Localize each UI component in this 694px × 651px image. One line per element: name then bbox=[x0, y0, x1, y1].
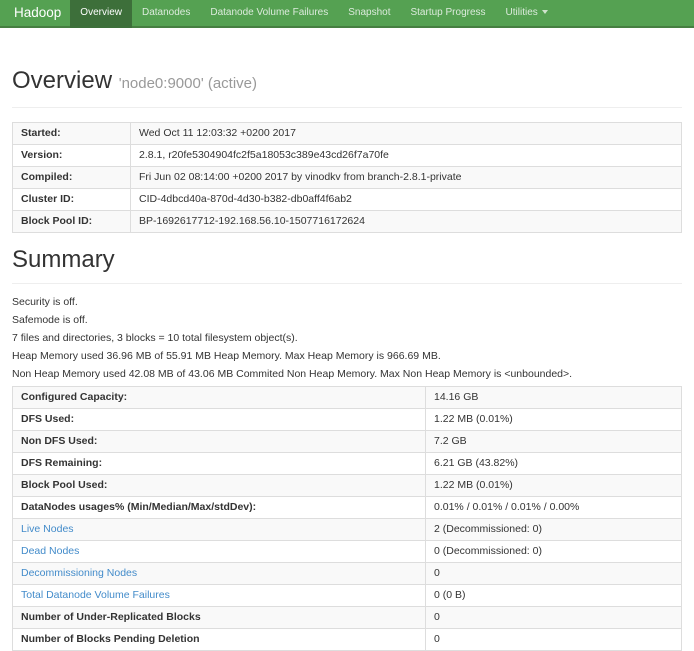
namenode-address-status: 'node0:9000' (active) bbox=[119, 75, 257, 92]
table-row: Live Nodes 2 (Decommissioned: 0) bbox=[13, 519, 682, 541]
navbar-tabs: Overview Datanodes Datanode Volume Failure… bbox=[70, 0, 557, 26]
nav-tab-datanode-volume-failures[interactable]: Datanode Volume Failures bbox=[200, 0, 338, 26]
table-row: Cluster ID:CID-4dbcd40a-870d-4d30-b382-d… bbox=[13, 189, 682, 211]
row-value: Wed Oct 11 12:03:32 +0200 2017 bbox=[131, 123, 682, 145]
row-label-started: Started: bbox=[13, 123, 131, 145]
table-row: Number of Blocks Pending Deletion0 bbox=[13, 629, 682, 651]
divider bbox=[12, 283, 682, 284]
summary-title: Summary bbox=[12, 247, 682, 273]
table-row: Non DFS Used:7.2 GB bbox=[13, 431, 682, 453]
nav-tab-utilities[interactable]: Utilities bbox=[496, 0, 558, 26]
summary-table: Configured Capacity:14.16 GBDFS Used:1.2… bbox=[12, 386, 682, 651]
row-value: 7.2 GB bbox=[426, 431, 682, 453]
row-value: Fri Jun 02 08:14:00 +0200 2017 by vinodk… bbox=[131, 167, 682, 189]
row-value: 1.22 MB (0.01%) bbox=[426, 475, 682, 497]
caret-down-icon bbox=[542, 10, 548, 14]
summary-line: Heap Memory used 36.96 MB of 55.91 MB He… bbox=[12, 350, 682, 363]
summary-line: Security is off. bbox=[12, 296, 682, 309]
row-value: 0 bbox=[426, 607, 682, 629]
table-row: DFS Remaining:6.21 GB (43.82%) bbox=[13, 453, 682, 475]
nav-tab-label: Utilities bbox=[506, 7, 538, 18]
row-label-configured-capacity: Configured Capacity: bbox=[13, 387, 426, 409]
row-value: 6.21 GB (43.82%) bbox=[426, 453, 682, 475]
row-value: 0 (Decommissioned: 0) bbox=[426, 541, 682, 563]
table-row: Block Pool Used:1.22 MB (0.01%) bbox=[13, 475, 682, 497]
nav-tab-datanodes[interactable]: Datanodes bbox=[132, 0, 200, 26]
nav-tab-label: Snapshot bbox=[348, 7, 390, 18]
row-label-version: Version: bbox=[13, 145, 131, 167]
row-label-decommissioning-nodes: Decommissioning Nodes bbox=[13, 563, 426, 585]
link-live-nodes[interactable]: Live Nodes bbox=[21, 523, 74, 535]
row-label-dead-nodes: Dead Nodes bbox=[13, 541, 426, 563]
row-label-cluster-id: Cluster ID: bbox=[13, 189, 131, 211]
row-value: 1.22 MB (0.01%) bbox=[426, 409, 682, 431]
row-label-block-pool-id: Block Pool ID: bbox=[13, 211, 131, 233]
row-value: 0.01% / 0.01% / 0.01% / 0.00% bbox=[426, 497, 682, 519]
table-row: DFS Used:1.22 MB (0.01%) bbox=[13, 409, 682, 431]
table-row: Number of Under-Replicated Blocks0 bbox=[13, 607, 682, 629]
row-value: 2.8.1, r20fe5304904fc2f5a18053c389e43cd2… bbox=[131, 145, 682, 167]
nav-tab-label: Overview bbox=[80, 7, 122, 18]
summary-status-lines: Security is off. Safemode is off. 7 files … bbox=[12, 296, 682, 381]
row-label-datanodes-usages-min-median-max-stddev: DataNodes usages% (Min/Median/Max/stdDev… bbox=[13, 497, 426, 519]
overview-title: Overview bbox=[12, 67, 112, 94]
row-value: 0 bbox=[426, 629, 682, 651]
table-row: Block Pool ID:BP-1692617712-192.168.56.1… bbox=[13, 211, 682, 233]
page-content: Overview 'node0:9000' (active) Started:W… bbox=[0, 68, 694, 651]
link-decommissioning-nodes[interactable]: Decommissioning Nodes bbox=[21, 567, 137, 579]
table-row: Decommissioning Nodes 0 bbox=[13, 563, 682, 585]
row-label-live-nodes: Live Nodes bbox=[13, 519, 426, 541]
row-value: CID-4dbcd40a-870d-4d30-b382-db0aff4f6ab2 bbox=[131, 189, 682, 211]
row-label-compiled: Compiled: bbox=[13, 167, 131, 189]
row-value: 0 (0 B) bbox=[426, 585, 682, 607]
nav-tab-label: Datanodes bbox=[142, 7, 190, 18]
brand-hadoop[interactable]: Hadoop bbox=[14, 0, 61, 26]
table-row: Compiled:Fri Jun 02 08:14:00 +0200 2017 … bbox=[13, 167, 682, 189]
summary-line: 7 files and directories, 3 blocks = 10 t… bbox=[12, 332, 682, 345]
nav-tab-snapshot[interactable]: Snapshot bbox=[338, 0, 400, 26]
row-label-number-of-under-replicated-blocks: Number of Under-Replicated Blocks bbox=[13, 607, 426, 629]
table-row: Started:Wed Oct 11 12:03:32 +0200 2017 bbox=[13, 123, 682, 145]
row-label-total-datanode-volume-failures: Total Datanode Volume Failures bbox=[13, 585, 426, 607]
nav-tab-overview[interactable]: Overview bbox=[70, 0, 132, 28]
table-row: Version:2.8.1, r20fe5304904fc2f5a18053c3… bbox=[13, 145, 682, 167]
namenode-info-table: Started:Wed Oct 11 12:03:32 +0200 2017Ve… bbox=[12, 122, 682, 233]
link-total-datanode-volume-failures[interactable]: Total Datanode Volume Failures bbox=[21, 589, 170, 601]
table-row: Total Datanode Volume Failures 0 (0 B) bbox=[13, 585, 682, 607]
row-value: 0 bbox=[426, 563, 682, 585]
link-dead-nodes[interactable]: Dead Nodes bbox=[21, 545, 79, 557]
row-label-number-of-blocks-pending-deletion: Number of Blocks Pending Deletion bbox=[13, 629, 426, 651]
page-title: Overview 'node0:9000' (active) bbox=[12, 68, 682, 97]
row-label-dfs-used: DFS Used: bbox=[13, 409, 426, 431]
row-value: BP-1692617712-192.168.56.10-150771617262… bbox=[131, 211, 682, 233]
divider bbox=[12, 107, 682, 108]
table-row: Dead Nodes 0 (Decommissioned: 0) bbox=[13, 541, 682, 563]
nav-tab-startup-progress[interactable]: Startup Progress bbox=[400, 0, 495, 26]
table-row: DataNodes usages% (Min/Median/Max/stdDev… bbox=[13, 497, 682, 519]
table-row: Configured Capacity:14.16 GB bbox=[13, 387, 682, 409]
row-value: 14.16 GB bbox=[426, 387, 682, 409]
row-label-non-dfs-used: Non DFS Used: bbox=[13, 431, 426, 453]
nav-tab-label: Startup Progress bbox=[410, 7, 485, 18]
nav-tab-label: Datanode Volume Failures bbox=[210, 7, 328, 18]
summary-line: Safemode is off. bbox=[12, 314, 682, 327]
row-value: 2 (Decommissioned: 0) bbox=[426, 519, 682, 541]
summary-line: Non Heap Memory used 42.08 MB of 43.06 M… bbox=[12, 368, 682, 381]
row-label-block-pool-used: Block Pool Used: bbox=[13, 475, 426, 497]
navbar: Hadoop Overview Datanodes Datanode Volume … bbox=[0, 0, 694, 28]
row-label-dfs-remaining: DFS Remaining: bbox=[13, 453, 426, 475]
